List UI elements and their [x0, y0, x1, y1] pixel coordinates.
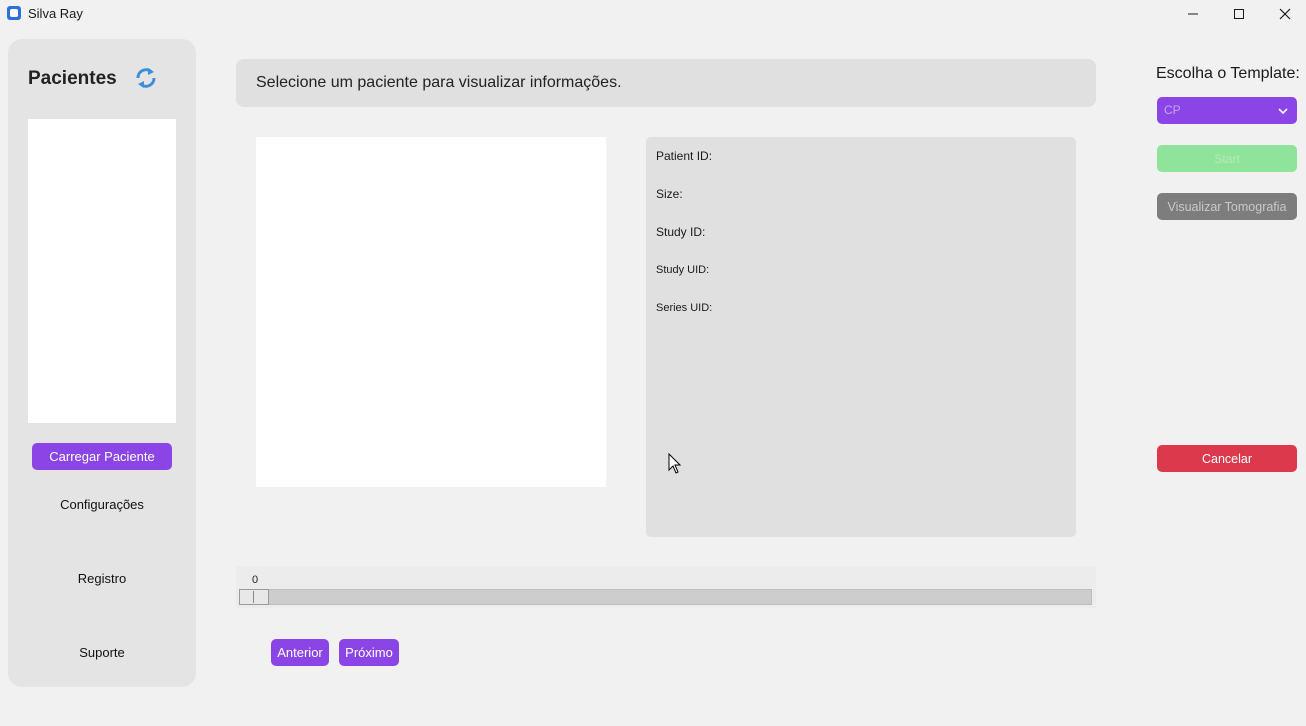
minimize-icon [1188, 13, 1198, 14]
title-bar: Silva Ray [0, 0, 1306, 27]
size-label: Size: [656, 187, 683, 201]
window-title: Silva Ray [28, 6, 83, 21]
sidebar: Pacientes Carregar Paciente Configuraçõe… [8, 39, 196, 687]
app-icon [7, 6, 21, 20]
close-icon [1279, 8, 1291, 19]
previous-button[interactable]: Anterior [271, 639, 329, 666]
series-uid-label: Series UID: [656, 302, 713, 314]
template-label: Escolha o Template: [1156, 65, 1300, 82]
template-dropdown-value: CP [1164, 103, 1181, 117]
slice-slider-value: 0 [252, 574, 259, 586]
info-banner-text: Selecione um paciente para visualizar in… [256, 74, 622, 91]
image-viewer [256, 137, 606, 487]
info-banner: Selecione um paciente para visualizar in… [236, 59, 1096, 107]
sidebar-title: Pacientes [28, 68, 117, 89]
study-uid-label: Study UID: [656, 264, 710, 276]
close-button[interactable] [1262, 0, 1306, 27]
mouse-cursor-icon [668, 453, 682, 474]
refresh-icon[interactable] [134, 66, 158, 90]
slice-slider-track[interactable] [239, 589, 1092, 605]
sidebar-item-log[interactable]: Registro [8, 571, 196, 586]
minimize-button[interactable] [1170, 0, 1216, 27]
view-tomography-button[interactable]: Visualizar Tomografia [1157, 193, 1297, 220]
cancel-button[interactable]: Cancelar [1157, 445, 1297, 472]
maximize-icon [1234, 8, 1244, 19]
next-button[interactable]: Próximo [339, 639, 399, 666]
slice-slider-thumb[interactable] [239, 589, 269, 605]
patient-id-label: Patient ID: [656, 149, 713, 163]
sidebar-item-support[interactable]: Suporte [8, 645, 196, 660]
patient-list[interactable] [28, 119, 176, 423]
patient-details-panel: Patient ID: Size: Study ID: Study UID: S… [646, 137, 1076, 537]
start-button[interactable]: Start [1157, 145, 1297, 172]
study-id-label: Study ID: [656, 225, 706, 239]
maximize-button[interactable] [1216, 0, 1262, 27]
sidebar-item-settings[interactable]: Configurações [8, 497, 196, 512]
template-dropdown[interactable]: CP [1157, 97, 1297, 124]
load-patient-button[interactable]: Carregar Paciente [32, 443, 172, 470]
chevron-down-icon [1278, 108, 1288, 115]
slice-slider-area: 0 [236, 566, 1096, 608]
